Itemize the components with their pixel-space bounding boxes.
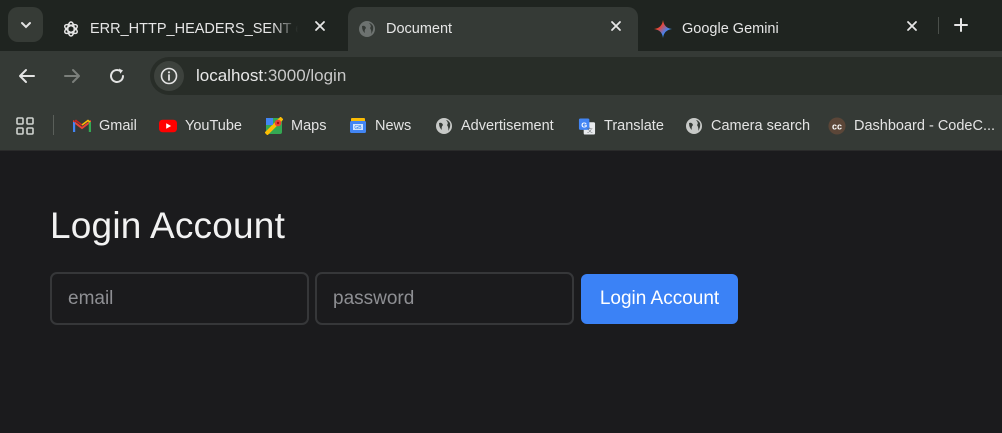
back-button[interactable] <box>15 64 39 88</box>
globe-icon <box>358 20 376 38</box>
bookmark-label: Dashboard - CodeC... <box>854 118 996 134</box>
new-tab-button[interactable] <box>950 14 972 36</box>
info-icon[interactable] <box>154 61 184 91</box>
bookmark-advertisement[interactable]: Advertisement <box>435 114 554 138</box>
tab-document[interactable]: Document <box>348 7 638 51</box>
login-account-button[interactable]: Login Account <box>581 274 738 324</box>
close-icon[interactable] <box>902 16 922 36</box>
translate-icon: G文 <box>578 117 596 135</box>
globe-icon <box>435 117 453 135</box>
url-host: localhost <box>196 66 264 85</box>
reload-button[interactable] <box>105 64 129 88</box>
bookmark-label: Maps <box>291 118 327 134</box>
bookmark-label: YouTube <box>185 118 242 134</box>
tab-search-button[interactable] <box>8 7 43 42</box>
tab-chatgpt[interactable]: ERR_HTTP_HEADERS_SENT expl <box>50 7 342 51</box>
page-title: Login Account <box>50 205 286 246</box>
codechef-icon: cc <box>828 117 846 135</box>
bookmark-label: News <box>375 118 412 134</box>
svg-text:cc: cc <box>832 122 842 132</box>
tab-gemini[interactable]: Google Gemini <box>644 7 934 51</box>
bookmarks-bar: Gmail YouTube Maps GB News Advertisement… <box>0 101 1002 151</box>
url-path: :3000/login <box>263 66 347 85</box>
apps-grid-icon[interactable] <box>15 116 35 141</box>
tab-title: Document <box>386 21 453 37</box>
maps-icon <box>265 117 283 135</box>
bookmark-gmail[interactable]: Gmail <box>73 114 137 138</box>
arrow-right-icon <box>64 69 80 83</box>
gemini-icon <box>654 20 672 38</box>
svg-text:GB: GB <box>354 125 362 131</box>
bookmark-news[interactable]: GB News <box>349 114 411 138</box>
plus-icon <box>954 18 968 32</box>
address-bar[interactable]: localhost:3000/login <box>150 57 1002 95</box>
bookmark-youtube[interactable]: YouTube <box>159 114 242 138</box>
close-icon[interactable] <box>310 16 330 36</box>
reload-icon <box>110 68 124 83</box>
page-content: Login Account Login Account <box>0 151 1002 433</box>
arrow-left-icon <box>19 69 35 83</box>
bookmarks-divider <box>53 115 54 135</box>
browser-toolbar: localhost:3000/login <box>0 51 1002 101</box>
globe-icon <box>685 117 703 135</box>
close-icon[interactable] <box>606 16 626 36</box>
youtube-icon <box>159 117 177 135</box>
email-field[interactable] <box>50 272 309 325</box>
bookmark-label: Translate <box>604 118 664 134</box>
tab-title: Google Gemini <box>682 21 779 37</box>
tab-separator <box>938 17 939 34</box>
bookmark-label: Camera search <box>711 118 811 134</box>
chevron-down-icon <box>20 21 31 28</box>
gmail-icon <box>73 117 91 135</box>
svg-text:文: 文 <box>587 126 593 134</box>
bookmark-camera-search[interactable]: Camera search <box>685 114 810 138</box>
url-text: localhost:3000/login <box>196 66 346 86</box>
password-field[interactable] <box>315 272 574 325</box>
bookmark-label: Advertisement <box>461 118 554 134</box>
bookmark-codechef-dashboard[interactable]: cc Dashboard - CodeC... <box>828 114 995 138</box>
tab-strip: ERR_HTTP_HEADERS_SENT expl Document Goog… <box>0 0 1002 51</box>
tab-title: ERR_HTTP_HEADERS_SENT expl <box>90 21 298 37</box>
forward-button[interactable] <box>60 64 84 88</box>
bookmark-maps[interactable]: Maps <box>265 114 326 138</box>
bookmark-label: Gmail <box>99 118 137 134</box>
bookmark-translate[interactable]: G文 Translate <box>578 114 664 138</box>
chatgpt-icon <box>62 20 80 38</box>
news-icon: GB <box>349 117 367 135</box>
